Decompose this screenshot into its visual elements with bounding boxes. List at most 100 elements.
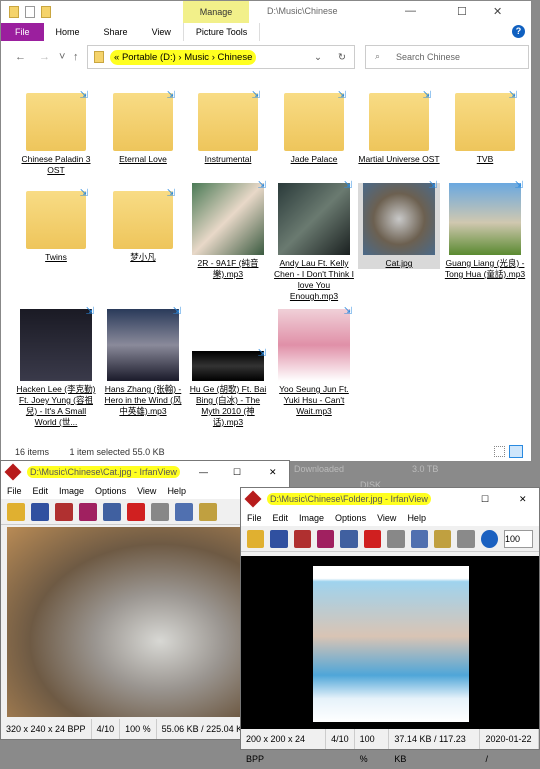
folder-item[interactable]: ⇲ 梦小凡 — [102, 183, 184, 263]
delete-icon[interactable] — [363, 530, 382, 548]
menu-image[interactable]: Image — [59, 483, 84, 499]
search-input[interactable]: Search Chinese — [365, 45, 529, 69]
close-button[interactable]: ✕ — [269, 461, 277, 483]
file-item[interactable]: ⇲ Andy Lau Ft. Kelly Chen - I Don't Think… — [273, 180, 355, 302]
menu-options[interactable]: Options — [335, 510, 366, 526]
minimize-button[interactable]: — — [405, 5, 416, 17]
folder-item[interactable]: ⇲ Martial Universe OST — [358, 85, 440, 165]
folder-item[interactable]: ⇲ Eternal Love — [102, 85, 184, 165]
ribbon-tabs: File Home Share View Picture Tools ? — [1, 23, 531, 41]
sync-icon: ⇲ — [422, 90, 431, 101]
sync-icon: ⇲ — [428, 180, 437, 191]
item-count: 16 items — [15, 447, 50, 457]
back-icon[interactable]: ← — [15, 51, 26, 63]
menu-image[interactable]: Image — [299, 510, 324, 526]
tab-share[interactable]: Share — [92, 23, 140, 41]
close-button[interactable]: ✕ — [493, 5, 502, 18]
folder-item[interactable]: ⇲ TVB — [444, 85, 526, 165]
thumbnails-icon[interactable] — [55, 503, 73, 521]
copy-icon[interactable] — [410, 530, 428, 548]
file-item[interactable]: ⇲ Yoo Seung Jun Ft. Yuki Hsu - Can't Wait… — [273, 306, 355, 417]
menu-file[interactable]: File — [7, 483, 22, 499]
folder-item[interactable]: ⇲ Instrumental — [187, 85, 269, 165]
file-item[interactable]: ⇲ Hu Ge (胡歌) Ft. Bai Bing (白冰) - The Myth… — [187, 309, 269, 428]
menu-view[interactable]: View — [137, 483, 156, 499]
breadcrumb: « Portable (D:) › Music › Chinese — [110, 49, 257, 65]
maximize-button[interactable]: ☐ — [481, 488, 489, 510]
maximize-button[interactable]: ☐ — [233, 461, 241, 483]
sync-icon: ⇲ — [508, 90, 517, 101]
menu-help[interactable]: Help — [167, 483, 186, 499]
file-item[interactable]: ⇲ Hacken Lee (李克勤) Ft. Joey Yung (容祖兒) - … — [15, 306, 97, 428]
zoom-input[interactable]: 100 — [503, 530, 533, 548]
print-icon[interactable] — [103, 503, 121, 521]
item-label: Martial Universe OST — [358, 154, 440, 164]
slideshow-icon[interactable] — [270, 530, 288, 548]
cut-icon[interactable] — [387, 530, 405, 548]
tab-picture-tools[interactable]: Picture Tools — [182, 23, 261, 41]
crumb-drive[interactable]: Portable (D:) — [122, 52, 176, 63]
crumb-chinese[interactable]: Chinese — [218, 52, 253, 63]
folder-icon: ⇲ — [113, 188, 175, 249]
copy-icon[interactable] — [175, 503, 193, 521]
paste-icon[interactable] — [433, 530, 452, 548]
folder-item[interactable]: ⇲ Jade Palace — [273, 85, 355, 165]
cut-icon[interactable] — [151, 503, 169, 521]
item-label: Twins — [45, 252, 67, 262]
thumbnail: ⇲ — [192, 180, 266, 255]
menu-help[interactable]: Help — [407, 510, 426, 526]
tab-view[interactable]: View — [140, 23, 183, 41]
paste-icon[interactable] — [199, 503, 217, 521]
dropdown-icon[interactable]: ⌄ — [314, 52, 322, 63]
maximize-button[interactable]: ☐ — [457, 5, 467, 18]
refresh-icon[interactable]: ↻ — [338, 52, 346, 63]
crumb-music[interactable]: Music — [184, 52, 209, 63]
file-item[interactable]: ⇲ Cat.jpg — [358, 180, 440, 269]
recent-icon[interactable]: ˅ — [59, 51, 65, 63]
print-icon[interactable] — [340, 530, 358, 548]
folder-icon: ⇲ — [455, 90, 517, 151]
undo-icon[interactable] — [457, 530, 475, 548]
save-icon[interactable] — [79, 503, 97, 521]
menu-file[interactable]: File — [247, 510, 262, 526]
minimize-button[interactable]: — — [199, 461, 208, 483]
folder-icon — [9, 6, 19, 18]
item-label: Jade Palace — [290, 154, 338, 164]
menu-bar: File Edit Image Options View Help — [241, 510, 539, 526]
tab-home[interactable]: Home — [44, 23, 92, 41]
properties-icon[interactable] — [25, 6, 35, 18]
item-label: Andy Lau Ft. Kelly Chen - I Don't Think … — [274, 258, 354, 301]
item-label: Hans Zhang (张翰) - Hero in the Wind (风中英雄… — [104, 384, 182, 416]
folder-item[interactable]: ⇲ Twins — [15, 183, 97, 263]
help-icon[interactable]: ? — [512, 25, 525, 38]
forward-icon[interactable]: → — [39, 51, 50, 63]
sync-icon: ⇲ — [85, 306, 94, 317]
slideshow-icon[interactable] — [31, 503, 49, 521]
folder-icon: ⇲ — [369, 90, 431, 151]
menu-options[interactable]: Options — [95, 483, 126, 499]
address-bar[interactable]: « Portable (D:) › Music › Chinese ⌄ ↻ — [87, 45, 355, 69]
open-icon[interactable] — [247, 530, 265, 548]
large-icons-view-icon[interactable] — [509, 445, 523, 458]
menu-edit[interactable]: Edit — [273, 510, 289, 526]
folder-item[interactable]: ⇲ Chinese Paladin 3 OST — [15, 85, 97, 176]
file-item[interactable]: ⇲ 2R - 9A1F (純音樂).mp3 — [187, 180, 269, 280]
open-icon[interactable] — [7, 503, 25, 521]
menu-view[interactable]: View — [377, 510, 396, 526]
details-view-icon[interactable] — [494, 446, 505, 457]
close-button[interactable]: ✕ — [519, 488, 527, 510]
manage-tab[interactable]: Manage — [183, 1, 249, 23]
thumbnails-icon[interactable] — [293, 530, 312, 548]
info-icon[interactable] — [480, 530, 498, 548]
file-item[interactable]: ⇲ Hans Zhang (张翰) - Hero in the Wind (风中英… — [102, 306, 184, 417]
new-folder-icon[interactable] — [41, 6, 51, 18]
delete-icon[interactable] — [127, 503, 145, 521]
menu-edit[interactable]: Edit — [33, 483, 49, 499]
image-dimensions: 200 x 200 x 24 BPP — [241, 729, 327, 764]
up-icon[interactable]: ↑ — [73, 51, 79, 63]
save-icon[interactable] — [317, 530, 335, 548]
tab-file[interactable]: File — [1, 23, 44, 41]
zoom-level: 100 % — [355, 729, 390, 764]
file-item[interactable]: ⇲ Guang Liang (光良) - Tong Hua (童話).mp3 — [444, 180, 526, 280]
folder-icon — [94, 51, 104, 63]
